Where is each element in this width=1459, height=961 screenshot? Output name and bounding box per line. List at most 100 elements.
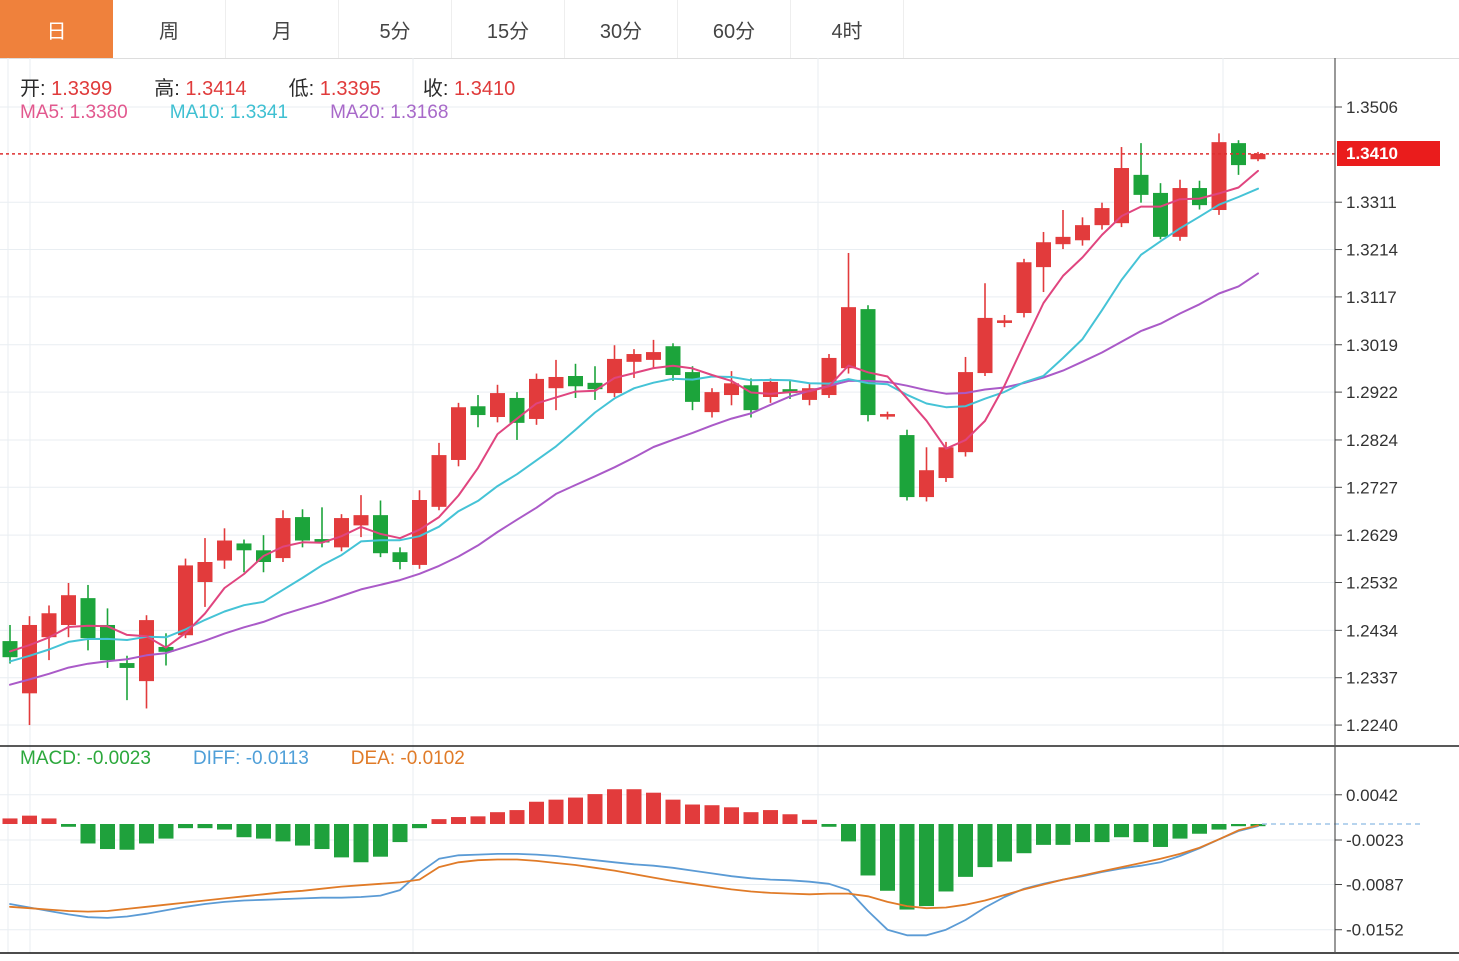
- readout-item: MACD: -0.0023: [20, 748, 151, 769]
- candle-body: [841, 307, 856, 368]
- price-axis-label: 1.2727: [1346, 478, 1398, 497]
- candle-body: [393, 552, 408, 562]
- macd-hist-bar: [1212, 824, 1227, 830]
- macd-hist-bar: [1192, 824, 1207, 834]
- macd-hist-bar: [549, 800, 564, 824]
- macd-hist-bar: [334, 824, 349, 857]
- candle-body: [861, 309, 876, 415]
- macd-hist-bar: [1173, 824, 1188, 839]
- price-axis-label: 1.2337: [1346, 669, 1398, 688]
- candle-body: [1036, 242, 1051, 267]
- candle-body: [1095, 208, 1110, 225]
- candle-body: [685, 372, 700, 402]
- readout-item: 高: 1.3414: [154, 78, 246, 100]
- macd-hist-bar: [451, 817, 466, 824]
- macd-hist-bar: [1036, 824, 1051, 845]
- macd-hist-bar: [646, 793, 661, 824]
- candle-body: [997, 320, 1012, 323]
- macd-hist-bar: [510, 810, 525, 824]
- candle-body: [178, 565, 193, 635]
- macd-hist-bar: [42, 818, 57, 824]
- macd-hist-bar: [997, 824, 1012, 862]
- price-axis-label: 1.2434: [1346, 621, 1398, 640]
- candle-body: [237, 543, 252, 550]
- macd-hist-bar: [1153, 824, 1168, 847]
- candle-body: [471, 406, 486, 415]
- macd-hist-bar: [1231, 824, 1246, 826]
- ma5-line: [10, 171, 1258, 652]
- candle-body: [666, 346, 681, 375]
- price-axis-label: 1.2922: [1346, 383, 1398, 402]
- candle-body: [900, 435, 915, 497]
- macd-hist-bar: [685, 805, 700, 824]
- candle-body: [978, 318, 993, 373]
- price-axis-label: 1.2824: [1346, 431, 1398, 450]
- macd-hist-bar: [607, 789, 622, 824]
- macd-hist-bar: [763, 810, 778, 824]
- macd-axis-label: -0.0023: [1346, 831, 1404, 850]
- macd-hist-bar: [802, 820, 817, 824]
- last-price-badge: 1.3410: [1337, 141, 1440, 166]
- macd-hist-bar: [958, 824, 973, 877]
- candle-body: [529, 379, 544, 419]
- trading-chart-app: 日周月5分15分30分60分4时 开: 1.3399高: 1.3414低: 1.…: [0, 0, 1459, 961]
- macd-hist-bar: [1134, 824, 1149, 842]
- candle-body: [100, 625, 115, 660]
- readout-item: 低: 1.3395: [289, 78, 381, 100]
- macd-hist-bar: [1017, 824, 1032, 853]
- macd-hist-bar: [217, 824, 232, 830]
- macd-hist-bar: [139, 824, 154, 843]
- candle-body: [1173, 188, 1188, 237]
- macd-hist-bar: [100, 824, 115, 849]
- candle-body: [1153, 193, 1168, 237]
- candlestick-chart-canvas[interactable]: 1.35061.33111.32141.31171.30191.29221.28…: [0, 0, 1459, 961]
- macd-hist-bar: [198, 824, 213, 828]
- macd-hist-bar: [783, 814, 798, 824]
- macd-hist-bar: [1095, 824, 1110, 842]
- macd-hist-bar: [412, 824, 427, 828]
- candle-body: [822, 358, 837, 395]
- price-axis-label: 1.2629: [1346, 526, 1398, 545]
- macd-hist-bar: [490, 812, 505, 824]
- macd-hist-bar: [529, 802, 544, 824]
- macd-axis-label: -0.0087: [1346, 876, 1404, 895]
- candle-body: [1134, 175, 1149, 195]
- macd-hist-bar: [178, 824, 193, 828]
- candle-body: [276, 518, 291, 558]
- price-axis-label: 1.3019: [1346, 336, 1398, 355]
- price-axis-label: 1.3117: [1346, 288, 1397, 307]
- macd-hist-bar: [861, 824, 876, 875]
- readout-item: 收: 1.3410: [423, 78, 515, 100]
- macd-hist-bar: [919, 824, 934, 906]
- price-axis-label: 1.2532: [1346, 574, 1398, 593]
- macd-readout: MACD: -0.0023DIFF: -0.0113DEA: -0.0102: [20, 748, 507, 770]
- candle-body: [705, 392, 720, 412]
- macd-hist-bar: [354, 824, 369, 862]
- macd-hist-bar: [295, 824, 310, 846]
- macd-hist-bar: [237, 824, 252, 837]
- candle-body: [919, 470, 934, 497]
- macd-hist-bar: [373, 824, 388, 857]
- candle-body: [1114, 168, 1129, 223]
- macd-hist-bar: [568, 798, 583, 824]
- candle-body: [880, 414, 895, 417]
- candle-body: [432, 455, 447, 507]
- macd-hist-bar: [880, 824, 895, 891]
- dea-line: [10, 825, 1258, 911]
- macd-hist-bar: [822, 824, 837, 827]
- macd-hist-bar: [666, 800, 681, 824]
- macd-hist-bar: [705, 805, 720, 824]
- macd-hist-bar: [588, 794, 603, 824]
- candle-body: [81, 598, 96, 638]
- macd-hist-bar: [1114, 824, 1129, 837]
- macd-hist-bar: [61, 824, 76, 827]
- diff-line: [10, 826, 1258, 935]
- macd-hist-bar: [315, 824, 330, 849]
- price-axis-label: 1.3506: [1346, 98, 1398, 117]
- candle-body: [22, 625, 37, 693]
- readout-item: MA20: 1.3168: [330, 102, 448, 123]
- candle-body: [217, 541, 232, 561]
- ohlc-readout: 开: 1.3399 高: 1.3414 低: 1.3395 收: 1.3410: [20, 72, 557, 101]
- readout-item: 开: 1.3399: [20, 78, 112, 100]
- macd-hist-bar: [744, 812, 759, 824]
